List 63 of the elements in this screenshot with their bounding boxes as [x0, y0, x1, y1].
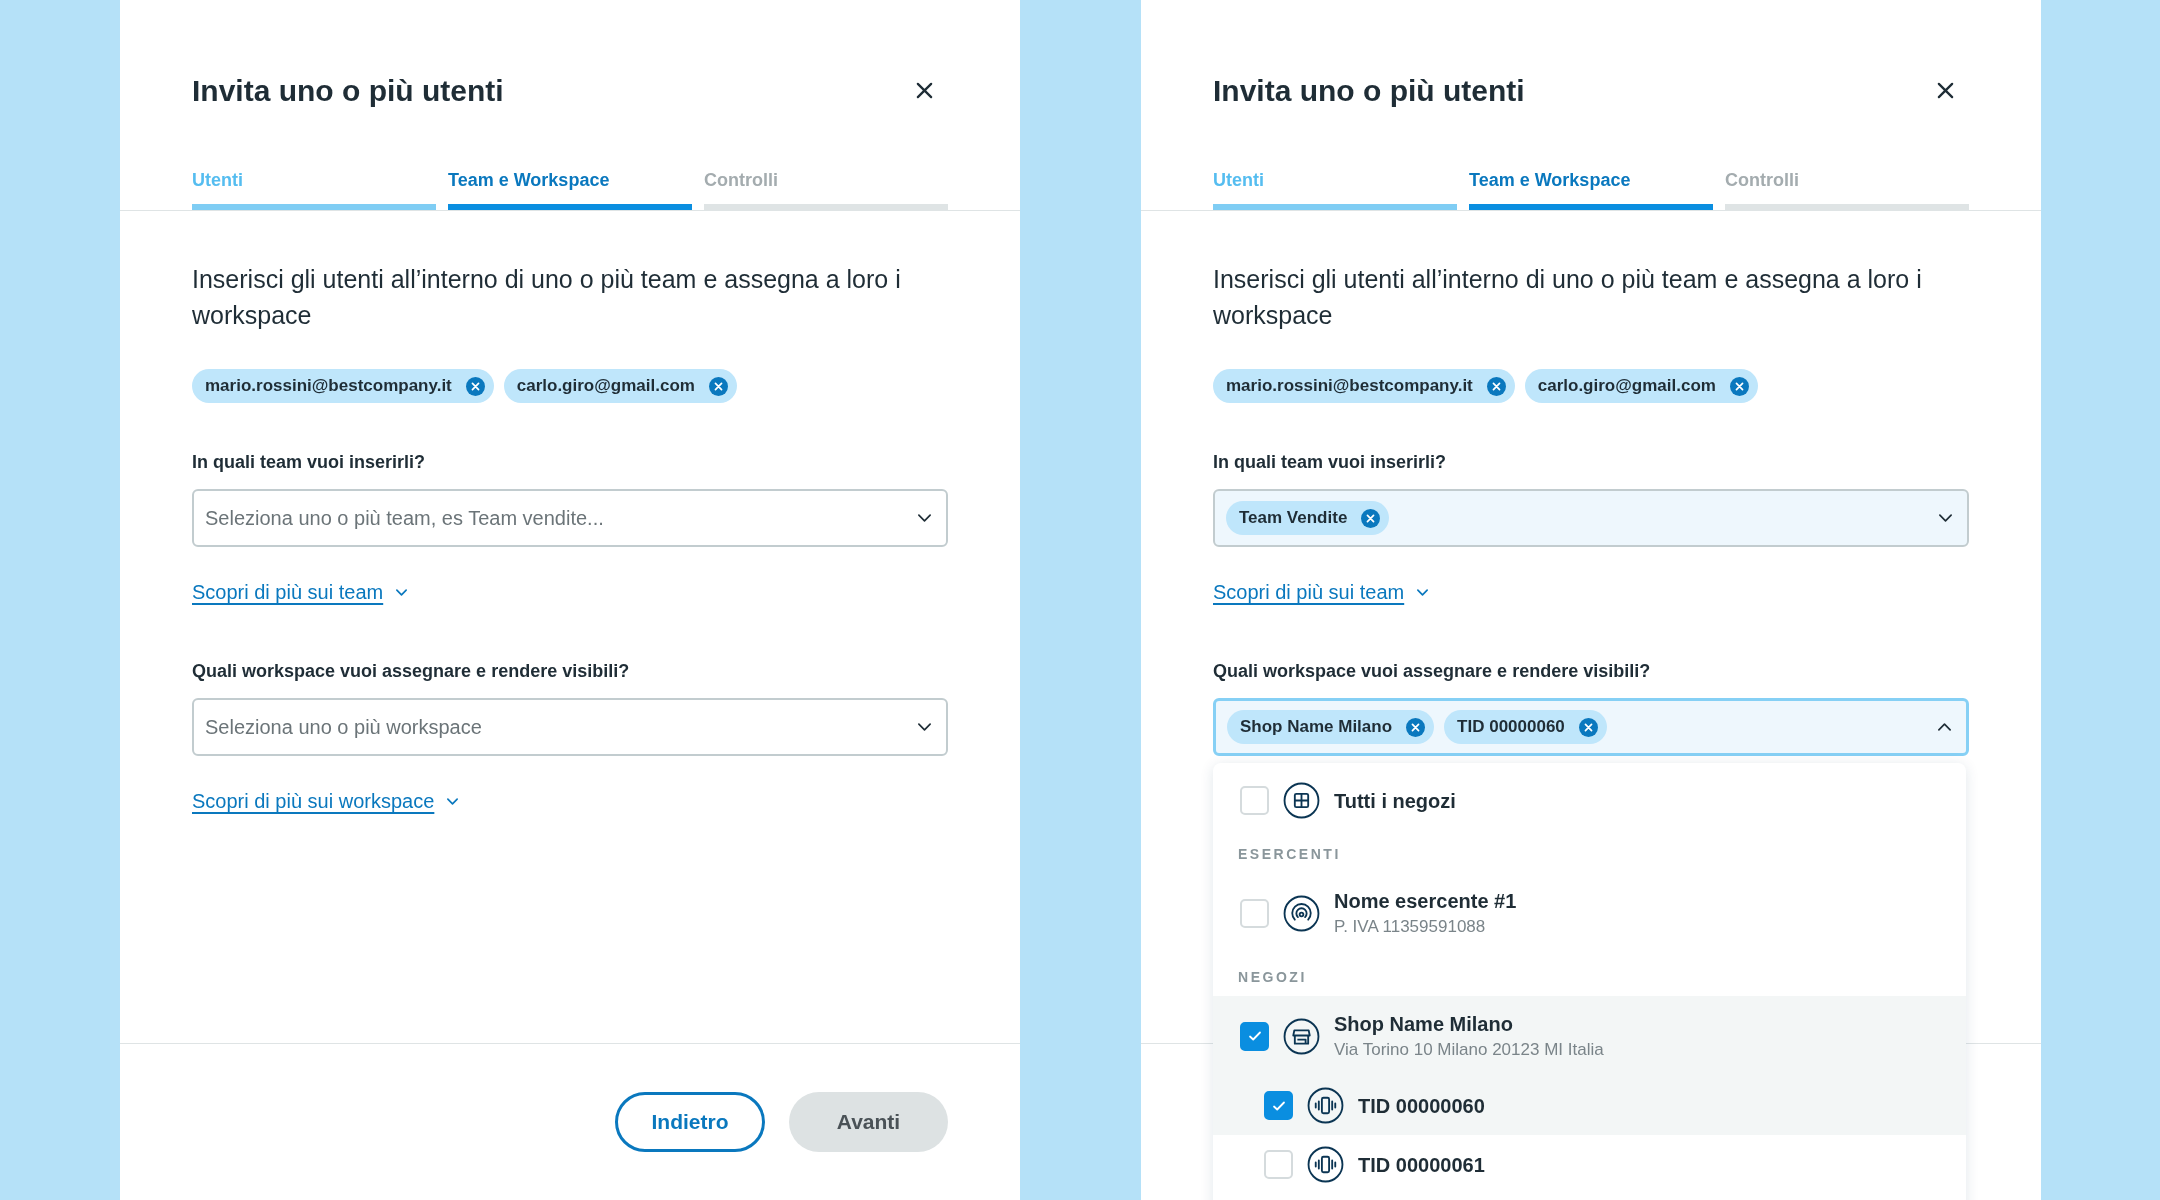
section-header: NEGOZI	[1237, 968, 1308, 987]
section-header: ESERCENTI	[1237, 845, 1342, 864]
remove-icon[interactable]	[1486, 376, 1506, 396]
option-label: TID 00000060	[1358, 1093, 1485, 1119]
remove-icon[interactable]	[465, 376, 485, 396]
option-label: Tutti i negozi	[1334, 788, 1456, 814]
chevron-icon	[1938, 513, 1953, 523]
option-label: TID 00000061	[1358, 1152, 1485, 1178]
chip: mario.rossini@bestcompany.it	[1213, 369, 1515, 403]
option-subtitle: P. IVA 11359591088	[1334, 916, 1487, 938]
field-label: In quali team vuoi inserirli?	[192, 451, 427, 474]
chip: Team Vendite	[1226, 501, 1390, 535]
dropdown-option[interactable]: Shop Name Milano Via Torino 10 Milano 20123 MI Italia	[1213, 996, 1966, 1076]
checkbox[interactable]	[1264, 1091, 1293, 1120]
chevron-icon	[917, 722, 932, 732]
option-label: Shop Name Milano	[1334, 1012, 1514, 1037]
chip: carlo.giro@gmail.com	[503, 369, 737, 403]
chip: Shop Name Milano	[1227, 710, 1435, 744]
chip: mario.rossini@bestcompany.it	[192, 369, 494, 403]
field-label: Quali workspace vuoi assegnare e rendere visibili?	[1213, 660, 1652, 683]
dialog-title: Invita uno o più utenti	[1213, 73, 1525, 109]
remove-icon[interactable]	[708, 376, 728, 396]
grid-icon	[1283, 782, 1320, 819]
terminal-icon	[1307, 1087, 1344, 1124]
field-label: In quali team vuoi inserirli?	[1213, 451, 1448, 474]
select-field[interactable]: Seleziona uno o più workspace	[192, 698, 948, 756]
select-field[interactable]: Shop Name Milano TID 00000060	[1213, 698, 1969, 756]
remove-icon[interactable]	[1578, 717, 1598, 737]
next-button[interactable]: Avanti	[789, 1092, 948, 1152]
chevron-icon	[1416, 587, 1430, 597]
step-tab[interactable]: Team e Workspace	[1469, 167, 1713, 210]
option-label: Nome esercente #1	[1334, 889, 1517, 914]
remove-icon[interactable]	[1729, 376, 1749, 396]
chevron-icon	[1937, 722, 1952, 732]
back-button[interactable]: Indietro	[615, 1092, 765, 1152]
chip: carlo.giro@gmail.com	[1524, 369, 1758, 403]
dropdown-option[interactable]: TID 00000060	[1213, 1076, 1966, 1135]
chip: TID 00000060	[1444, 710, 1607, 744]
info-link[interactable]: Scopri di più sui team	[1213, 577, 1430, 607]
checkbox[interactable]	[1240, 1021, 1269, 1051]
select-field[interactable]: Seleziona uno o più team, es Team vendite...	[192, 489, 948, 547]
info-link[interactable]: Scopri di più sui team	[192, 577, 409, 607]
select-field[interactable]: Team Vendite	[1213, 489, 1969, 547]
terminal-icon	[1307, 1146, 1344, 1183]
signal-icon	[1283, 894, 1320, 932]
description-text: Inserisci gli utenti all’interno di uno o più team e assegna a loro i workspace	[1213, 264, 1923, 331]
dropdown-option[interactable]: Nome esercente #1 P. IVA 11359591088	[1213, 873, 1966, 953]
chevron-icon	[917, 513, 932, 523]
chevron-icon	[395, 587, 409, 597]
dropdown-option[interactable]: Tutti i negozi	[1213, 771, 1966, 830]
remove-icon[interactable]	[1406, 717, 1426, 737]
step-tab[interactable]: Team e Workspace	[448, 167, 692, 210]
description-text: Inserisci gli utenti all’interno di uno o più team e assegna a loro i workspace	[192, 264, 902, 331]
dropdown-option[interactable]: TID 00000061	[1213, 1135, 1966, 1194]
store-icon	[1283, 1017, 1320, 1055]
close-icon[interactable]	[1936, 81, 1955, 100]
option-subtitle: Via Torino 10 Milano 20123 MI Italia	[1334, 1039, 1604, 1061]
field-label: Quali workspace vuoi assegnare e rendere visibili?	[192, 660, 631, 683]
dialog-title: Invita uno o più utenti	[192, 73, 504, 109]
chevron-icon	[446, 796, 460, 806]
info-link[interactable]: Scopri di più sui workspace	[192, 786, 460, 816]
remove-icon[interactable]	[1361, 508, 1381, 528]
close-icon[interactable]	[915, 81, 934, 100]
